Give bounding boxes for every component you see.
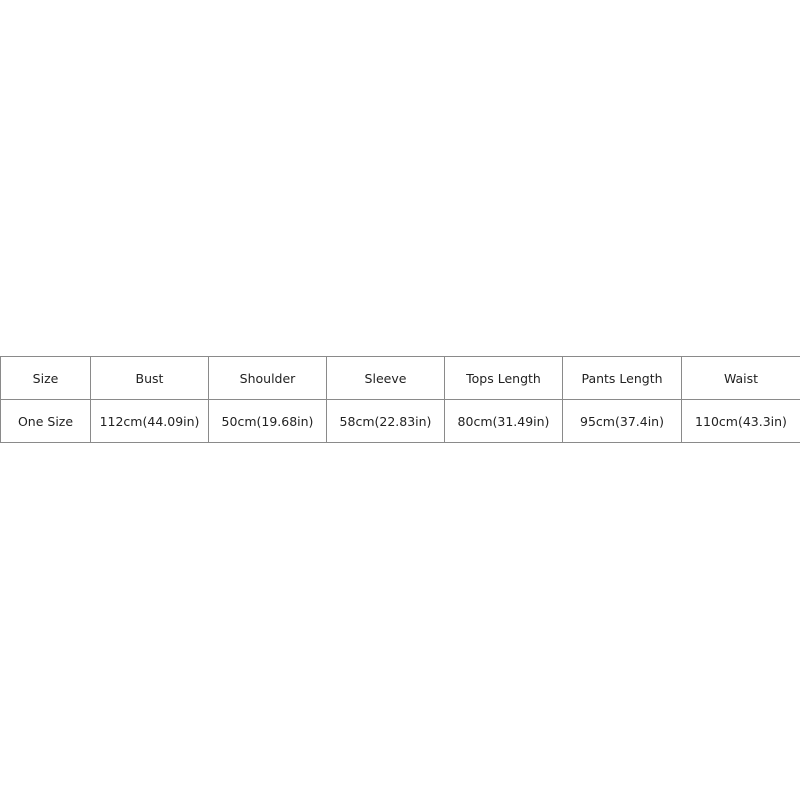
cell-sleeve: 58cm(22.83in)	[326, 399, 445, 443]
header-cell-shoulder: Shoulder	[208, 356, 327, 400]
cell-bust: 112cm(44.09in)	[90, 399, 209, 443]
cell-tops-length: 80cm(31.49in)	[444, 399, 563, 443]
header-cell-pants-length: Pants Length	[562, 356, 682, 400]
cell-size: One Size	[0, 399, 91, 443]
header-cell-waist: Waist	[681, 356, 800, 400]
header-cell-sleeve: Sleeve	[326, 356, 445, 400]
cell-waist: 110cm(43.3in)	[681, 399, 800, 443]
table-row: One Size 112cm(44.09in) 50cm(19.68in) 58…	[0, 399, 800, 443]
page: Size Bust Shoulder Sleeve Tops Length Pa…	[0, 0, 800, 800]
header-cell-bust: Bust	[90, 356, 209, 400]
size-chart-table: Size Bust Shoulder Sleeve Tops Length Pa…	[0, 356, 800, 443]
header-cell-tops-length: Tops Length	[444, 356, 563, 400]
cell-pants-length: 95cm(37.4in)	[562, 399, 682, 443]
cell-shoulder: 50cm(19.68in)	[208, 399, 327, 443]
header-row: Size Bust Shoulder Sleeve Tops Length Pa…	[0, 356, 800, 400]
header-cell-size: Size	[0, 356, 91, 400]
